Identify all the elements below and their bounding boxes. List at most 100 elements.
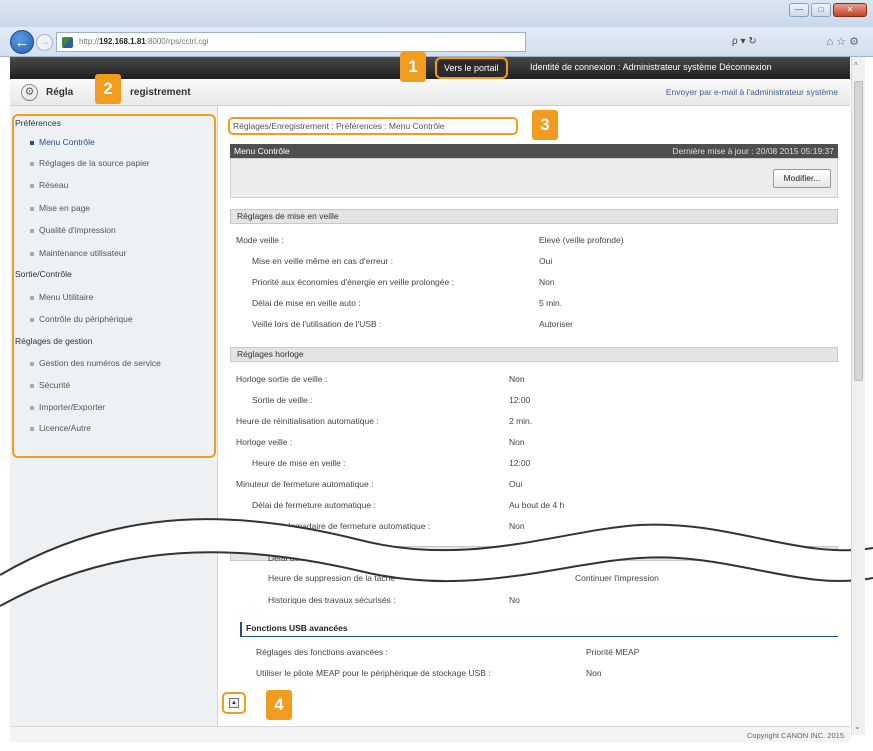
bullet-icon — [30, 140, 34, 145]
setting-label: Horloge veille : — [236, 437, 293, 447]
callout-badge-3: 3 — [532, 110, 558, 140]
setting-value: Non — [509, 437, 525, 447]
last-update: Dernière mise à jour : 20/08 2015 05:19:… — [672, 146, 834, 156]
setting-value: Au bout de 4 h — [509, 500, 565, 510]
bullet-icon — [30, 183, 34, 188]
page-title: Régla — [46, 87, 74, 98]
forward-arrow-icon[interactable]: → — [36, 34, 53, 51]
page-top-icon[interactable]: ▲ — [229, 698, 239, 708]
browser-address-bar: ← → http://192.168.1.81:8000/rps/cctrl.c… — [0, 27, 873, 57]
sidebar-item-menu-controle[interactable]: Menu Contrôle — [30, 137, 95, 147]
callout-badge-1: 1 — [400, 52, 426, 82]
setting-value: Priorité MEAP — [586, 647, 640, 657]
menu-control-panel: Modifier... — [230, 158, 838, 198]
setting-value: Oui — [539, 256, 553, 266]
sidebar-item-label: Licence/Autre — [39, 423, 91, 433]
page-header: ⚙ Régla registrement Envoyer par e-mail … — [10, 79, 850, 106]
scroll-down-icon[interactable]: ⌄ — [854, 722, 861, 731]
sidebar-section-output-control: Sortie/Contrôle — [15, 269, 72, 279]
sidebar-item-utility-menu[interactable]: Menu Utilitaire — [30, 292, 93, 302]
scroll-thumb[interactable] — [854, 81, 863, 381]
home-favorites-tools-icons[interactable]: ⌂ ☆ ⚙ — [827, 35, 859, 48]
setting-value: No — [509, 595, 520, 605]
setting-label: Historique des travaux sécurisés : — [268, 595, 396, 605]
bullet-icon — [30, 383, 34, 388]
sidebar-item-license[interactable]: Licence/Autre — [30, 423, 91, 433]
scroll-up-icon[interactable]: ^ — [854, 61, 858, 70]
setting-value: 5 min. — [539, 298, 563, 308]
sidebar-item-user-maintenance[interactable]: Maintenance utilisateur — [30, 248, 126, 258]
sidebar-item-label: Gestion des numéros de service — [39, 358, 161, 368]
setting-value: Oui — [509, 479, 523, 489]
sidebar-section-preferences: Préférences — [15, 118, 61, 128]
vertical-scrollbar[interactable]: ^ ⌄ — [851, 57, 865, 735]
setting-label: Délai de fermeture automatique : — [252, 500, 376, 510]
setting-value: Continuer l'impression — [575, 573, 659, 583]
sidebar-item-print-quality[interactable]: Qualité d'impression — [30, 225, 116, 235]
page-top-button-highlight: ▲ — [222, 692, 246, 714]
sidebar-item-network[interactable]: Réseau — [30, 180, 68, 190]
window-titlebar: — □ ✕ — [0, 0, 873, 27]
setting-value: Autoriser — [539, 319, 574, 329]
page-footer: Copyright CANON INC. 2015 — [10, 726, 850, 742]
back-arrow-icon[interactable]: ← — [10, 30, 34, 54]
sidebar-item-label: Sécurité — [39, 380, 71, 390]
url-path: :8000/rps/cctrl.cgi — [145, 37, 209, 46]
sidebar-item-label: Contrôle du périphérique — [39, 314, 133, 324]
search-refresh-icons[interactable]: ρ ▾ ↻ — [732, 36, 757, 47]
setting-value: Non — [509, 374, 525, 384]
sidebar-item-label: Réseau — [39, 180, 69, 190]
setting-label: Minuteur hebdomadaire de fermeture autom… — [236, 521, 431, 531]
setting-label: Priorité aux économies d'énergie en veil… — [252, 277, 454, 287]
site-favicon-icon — [62, 37, 73, 48]
sidebar-item-label: Menu Contrôle — [39, 137, 95, 147]
bullet-icon — [30, 295, 34, 300]
portal-link[interactable]: Vers le portail — [435, 57, 508, 79]
window-controls: — □ ✕ — [789, 3, 867, 17]
sleep-settings-heading: Réglages de mise en veille — [230, 209, 838, 224]
bullet-icon — [30, 228, 34, 233]
email-admin-link[interactable]: Envoyer par e-mail à l'administrateur sy… — [666, 87, 838, 97]
sidebar-item-label: Importer/Exporter — [39, 402, 106, 412]
login-info: Identité de connexion : Administrateur s… — [530, 62, 772, 72]
close-window-button[interactable]: ✕ — [833, 3, 867, 17]
sidebar-item-security[interactable]: Sécurité — [30, 380, 70, 390]
maximize-button[interactable]: □ — [811, 3, 831, 17]
url-input[interactable]: http://192.168.1.81:8000/rps/cctrl.cgi — [56, 32, 526, 52]
sidebar-item-device-control[interactable]: Contrôle du périphérique — [30, 314, 133, 324]
sidebar-section-management: Réglages de gestion — [15, 336, 93, 346]
bullet-icon — [30, 426, 34, 431]
setting-label: Réglages des fonctions avancées : — [256, 647, 388, 657]
sidebar-item-label: Maintenance utilisateur — [39, 248, 127, 258]
sidebar-item-paper-source[interactable]: Réglages de la source papier — [30, 158, 150, 168]
url-host: 192.168.1.81 — [99, 37, 146, 46]
setting-label: Mise en veille même en cas d'erreur : — [252, 256, 393, 266]
modify-button[interactable]: Modifier... — [773, 169, 831, 188]
menu-control-title: Menu Contrôle — [234, 146, 290, 156]
sidebar-item-import-export[interactable]: Importer/Exporter — [30, 402, 105, 412]
setting-label: Délai de mise en veille auto : — [252, 298, 361, 308]
bullet-icon — [30, 206, 34, 211]
setting-label: Mode veille : — [236, 235, 284, 245]
sidebar-item-layout[interactable]: Mise en page — [30, 203, 90, 213]
main-content: Réglages/Enregistrement : Préférences : … — [218, 106, 850, 726]
breadcrumb: Réglages/Enregistrement : Préférences : … — [228, 117, 518, 135]
setting-label: Horloge sortie de veille : — [236, 374, 328, 384]
url-prefix: http:// — [79, 37, 100, 46]
sidebar-item-service-numbers[interactable]: Gestion des numéros de service — [30, 358, 161, 368]
setting-value: 12:00 — [509, 395, 531, 405]
setting-label: Heure de réinitialisation automatique : — [236, 416, 379, 426]
usb-advanced-heading: Fonctions USB avancées — [240, 622, 838, 637]
setting-value: 12:00 — [509, 458, 531, 468]
sidebar-item-label: Mise en page — [39, 203, 91, 213]
setting-value: Elevé (veille profonde) — [539, 235, 624, 245]
minimize-button[interactable]: — — [789, 3, 809, 17]
setting-value: Non — [509, 521, 525, 531]
sidebar: Préférences Menu Contrôle Réglages de la… — [10, 106, 218, 726]
setting-label: Veille lors de l'utilisation de l'USB : — [252, 319, 382, 329]
setting-label: Heure de mise en veille : — [252, 458, 346, 468]
page-title-rest: registrement — [130, 87, 191, 98]
menu-control-header: Menu Contrôle Dernière mise à jour : 20/… — [230, 144, 838, 158]
setting-label: Délai de suppress — [268, 553, 337, 563]
bullet-icon — [30, 251, 34, 256]
